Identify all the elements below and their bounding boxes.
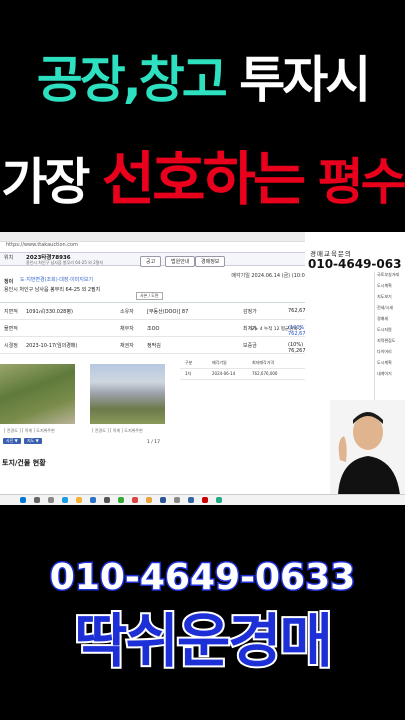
table-row: 시결정 2023-10-17(임의경매) 채권자 정막김 보증금 (10%) 7… xyxy=(0,337,320,354)
folder-icon[interactable] xyxy=(76,497,82,503)
property-photo[interactable] xyxy=(0,364,75,424)
location-label: 위치 xyxy=(4,255,14,261)
row-value: [부동산(DOO)] 87 xyxy=(147,309,189,315)
row-value: 조OO xyxy=(147,326,160,332)
map-button[interactable]: 지도 ▼ xyxy=(24,438,42,444)
row-label: 지면적 xyxy=(4,309,18,315)
col-header: 매각기일 xyxy=(212,360,227,365)
app-icon[interactable] xyxy=(160,497,166,503)
presenter-image xyxy=(330,400,405,494)
row-label: 보증금 xyxy=(243,343,257,349)
address-bar[interactable]: https://www.ttakauction.com xyxy=(6,242,78,248)
tab-court-info[interactable]: 법원안내 xyxy=(165,256,196,267)
side-menu-item[interactable]: 도시계획 xyxy=(375,360,405,371)
headline-preferred: 선호하는 xyxy=(101,145,306,213)
history-cell: 1차 xyxy=(185,371,192,376)
photo-caption: [ 전경도 ] [ 작게 ] 도지위주변 xyxy=(92,428,143,433)
side-menu-item[interactable]: 다이어리 xyxy=(375,349,405,360)
row-label: 감정가 xyxy=(243,309,257,315)
auction-site-screenshot: https://www.ttakauction.com 위치 2023타경789… xyxy=(0,232,405,494)
side-menu-item[interactable]: 국토부실거래 xyxy=(375,272,405,283)
headline-when-investing: 투자시 xyxy=(239,51,371,109)
app-icon[interactable] xyxy=(216,497,222,503)
side-menu-item[interactable]: 지적편집도 xyxy=(375,338,405,349)
chrome-icon[interactable] xyxy=(146,497,152,503)
headline-factory-warehouse: 공장,창고 xyxy=(36,51,228,109)
property-photo[interactable] xyxy=(90,364,165,424)
app-icon[interactable] xyxy=(104,497,110,503)
taskbar xyxy=(0,494,405,505)
history-controls[interactable]: 모노 4 누적 12 평균검색 2 xyxy=(250,326,302,332)
photo-caption: [ 전경도 ] [ 작게 ] 도지위주변 xyxy=(4,428,55,433)
col-header: 최저매각가격 xyxy=(252,360,275,365)
section-label: 정이 xyxy=(4,279,14,285)
side-menu-item[interactable]: 전세/시세 xyxy=(375,305,405,316)
row-value: 1091㎡(330.028평) xyxy=(26,309,73,315)
copy-drawing-button[interactable]: 사본 / 도면 xyxy=(136,292,163,300)
headline-line-2: 가장 선호하는 평수 xyxy=(0,150,405,208)
headline-line-1: 공장,창고 투자시 xyxy=(0,55,405,105)
headline-pyeong: 평수 xyxy=(317,153,405,211)
tab-auction-info[interactable]: 경매정보 xyxy=(195,256,226,267)
col-header: 구분 xyxy=(185,360,193,365)
notice-link[interactable]: 도·지번변경(조회)·대장·이미지보기 xyxy=(20,276,93,283)
row-label: 채권자 xyxy=(120,343,134,349)
side-menu-item[interactable]: 경매세 xyxy=(375,316,405,327)
app-icon[interactable] xyxy=(90,497,96,503)
row-value: 2023-10-17(임의경매) xyxy=(26,343,78,349)
headline-most: 가장 xyxy=(1,153,90,211)
row-value: 정막김 xyxy=(147,343,161,349)
contact-phone: 010-4649-0633 xyxy=(48,557,356,598)
consult-phone: 010-4649-063 xyxy=(308,257,402,271)
side-menu-item[interactable]: 도시계획 xyxy=(375,283,405,294)
photo-button[interactable]: 사진 ▼ xyxy=(3,438,21,444)
row-label: 채무자 xyxy=(120,326,134,332)
case-address-short: 용인시 처인구 남사읍 봉무리 64-25 외 2필지 xyxy=(26,260,103,265)
search-icon[interactable] xyxy=(34,497,40,503)
property-address: 용인시 처인구 남사읍 봉무리 64-25 외 2필지 xyxy=(4,287,101,293)
side-menu-item[interactable]: 내게이거 xyxy=(375,371,405,382)
row-label: 시결정 xyxy=(4,343,18,349)
history-cell: 2024-06-14 xyxy=(212,371,236,376)
edge-icon[interactable] xyxy=(62,497,68,503)
side-menu-item[interactable]: 도시지원 xyxy=(375,327,405,338)
brand-name: 딱쉬운경매 xyxy=(72,607,335,675)
tab-notice[interactable]: 공고 xyxy=(140,256,162,267)
task-view-icon[interactable] xyxy=(48,497,54,503)
land-building-title: 토지/건물 현황 xyxy=(2,459,46,467)
history-cell: 762,676,000 xyxy=(252,371,278,376)
table-row: 지면적 1091㎡(330.028평) 소유자 [부동산(DOO)] 87 감정… xyxy=(0,303,320,320)
row-label: 물면적 xyxy=(4,326,18,332)
side-menu-item[interactable]: 지도보기 xyxy=(375,294,405,305)
app-icon[interactable] xyxy=(118,497,124,503)
start-icon[interactable] xyxy=(20,497,26,503)
app-icon[interactable] xyxy=(188,497,194,503)
sale-date: 매각기일 2024.06.14 (금) (10:00) xyxy=(231,273,310,279)
photo-pager[interactable]: 1 / 17 xyxy=(147,440,160,445)
app-icon[interactable] xyxy=(174,497,180,503)
row-label: 소유자 xyxy=(120,309,134,315)
app-icon[interactable] xyxy=(132,497,138,503)
app-icon[interactable] xyxy=(202,497,208,503)
